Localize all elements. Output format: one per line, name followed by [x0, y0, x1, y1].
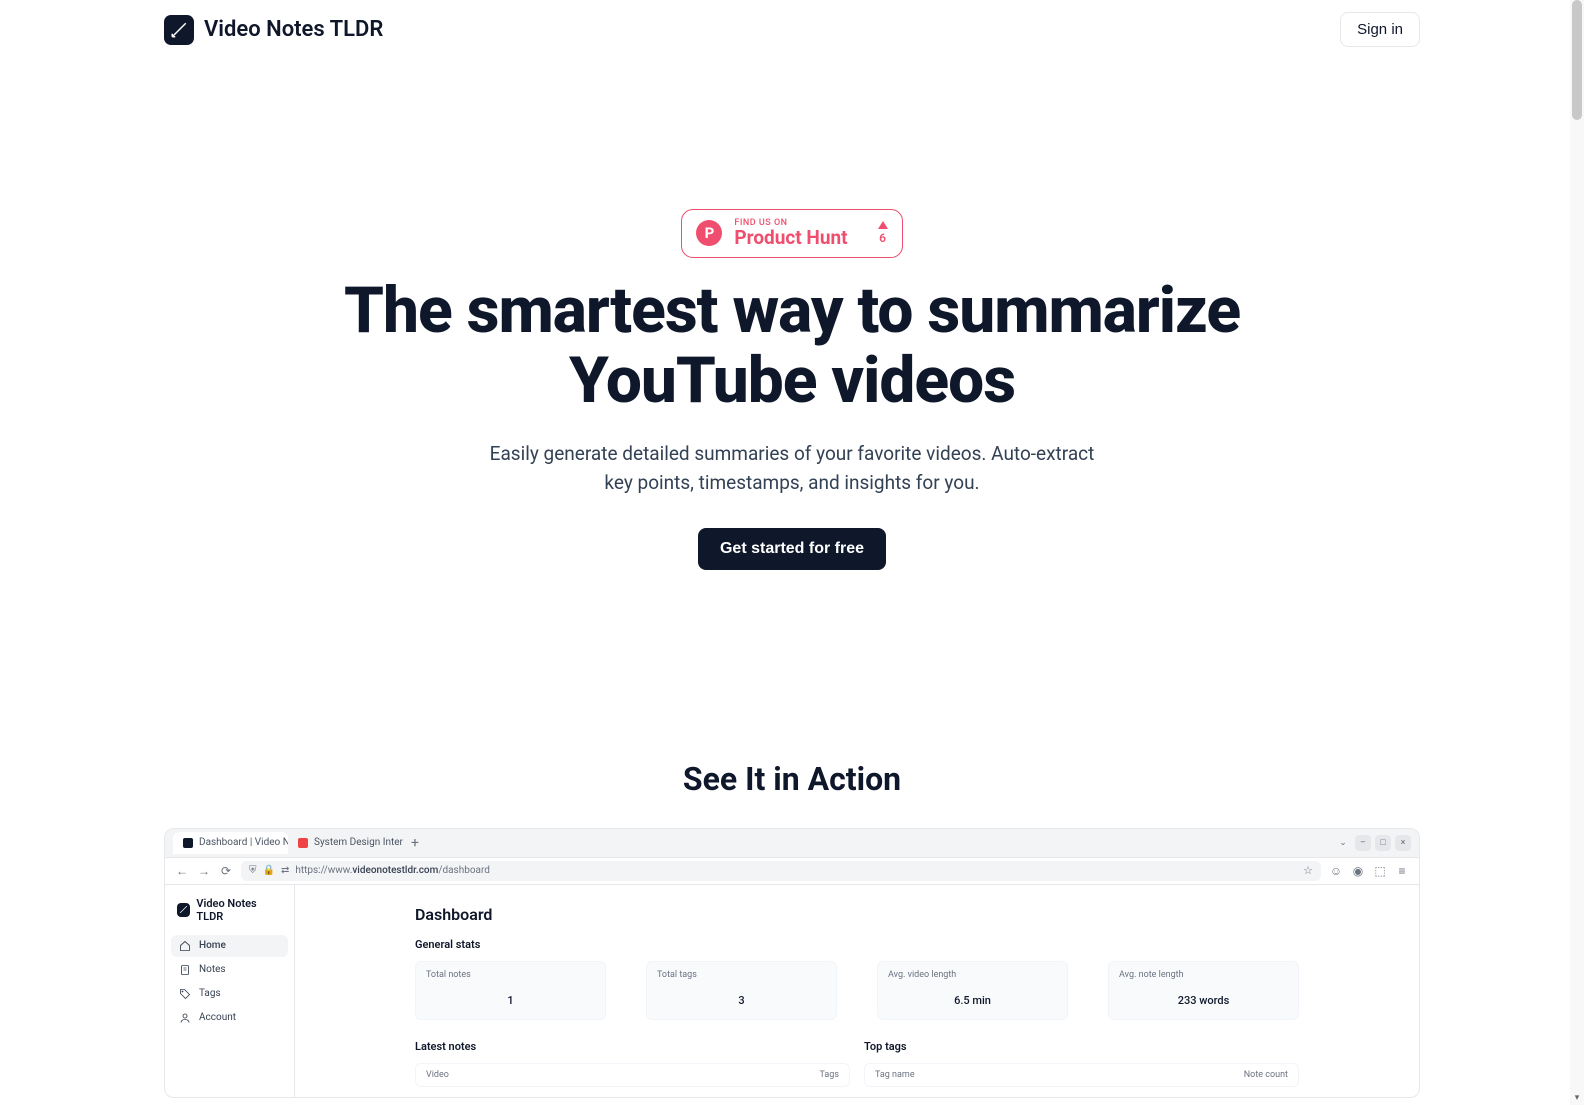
browser-tab-active[interactable]: Dashboard | Video Note × [173, 832, 288, 854]
hero-section: P FIND US ON Product Hunt 6 The smartest… [0, 59, 1584, 610]
back-icon[interactable]: ← [175, 864, 189, 878]
url-text: https://www.videonotestldr.com/dashboard [295, 865, 490, 876]
menu-icon[interactable]: ≡ [1395, 864, 1409, 878]
home-icon [179, 940, 191, 952]
tab-label: System Design Interview [314, 837, 403, 848]
stat-value: 233 words [1119, 994, 1288, 1007]
shield-icon: ⛨ [249, 865, 257, 876]
app-preview: Video Notes TLDR Home Notes Tags Account [165, 885, 1419, 1097]
page-title: Dashboard [415, 905, 1299, 924]
column-header: Video [426, 1070, 449, 1080]
forward-icon[interactable]: → [197, 864, 211, 878]
sidebar-logo-icon [177, 903, 190, 917]
stat-value: 1 [426, 994, 595, 1007]
lock-icon: 🔒 [263, 865, 275, 876]
stat-card: Avg. note length 233 words [1108, 961, 1299, 1020]
new-tab-button[interactable]: + [411, 835, 419, 851]
column-header: Note count [1244, 1070, 1288, 1080]
sidebar: Video Notes TLDR Home Notes Tags Account [165, 885, 295, 1097]
stat-label: Total tags [657, 970, 826, 980]
profile-icon[interactable]: ◉ [1351, 864, 1365, 878]
sidebar-brand[interactable]: Video Notes TLDR [171, 897, 288, 935]
browser-address-bar: ← → ⟳ ⛨ 🔒 ⇄ https://www.videonotestldr.c… [165, 857, 1419, 885]
browser-tab[interactable]: System Design Interview × [288, 832, 403, 854]
browser-tab-strip: Dashboard | Video Note × System Design I… [165, 829, 1419, 857]
scroll-down-icon[interactable]: ▾ [1570, 1091, 1584, 1105]
column-header: Tags [820, 1070, 839, 1080]
product-hunt-big-text: Product Hunt [734, 228, 847, 249]
stat-label: Avg. note length [1119, 970, 1288, 980]
stat-value: 3 [657, 994, 826, 1007]
window-minimize-icon[interactable]: – [1355, 835, 1371, 851]
tabs-dropdown-icon[interactable]: ⌄ [1335, 835, 1351, 851]
tab-label: Dashboard | Video Note [199, 837, 288, 848]
stat-value: 6.5 min [888, 994, 1057, 1007]
logo-icon [164, 15, 194, 45]
column-header: Tag name [875, 1070, 915, 1080]
upvote-triangle-icon [878, 221, 888, 229]
stats-row: Total notes 1 Total tags 3 Avg. video le… [415, 961, 1299, 1020]
sidebar-item-home[interactable]: Home [171, 935, 288, 957]
window-close-icon[interactable]: × [1395, 835, 1411, 851]
product-hunt-vote-count: 6 [879, 231, 886, 245]
browser-mockup: Dashboard | Video Note × System Design I… [164, 828, 1420, 1098]
stat-card: Avg. video length 6.5 min [877, 961, 1068, 1020]
favicon-icon [298, 838, 308, 848]
translate-icon: ⇄ [281, 865, 289, 876]
stat-label: Avg. video length [888, 970, 1057, 980]
sidebar-brand-text: Video Notes TLDR [196, 897, 282, 923]
top-tags-table: Top tags Tag name Note count [864, 1040, 1299, 1087]
sidebar-item-label: Notes [199, 964, 226, 975]
signin-button[interactable]: Sign in [1340, 12, 1420, 47]
table-title: Top tags [864, 1040, 1299, 1053]
sidebar-item-label: Tags [199, 988, 221, 999]
tag-icon [179, 988, 191, 1000]
hero-subtitle: Easily generate detailed summaries of yo… [482, 439, 1102, 498]
stat-card: Total tags 3 [646, 961, 837, 1020]
smiley-icon[interactable]: ☺ [1329, 864, 1343, 878]
latest-notes-table: Latest notes Video Tags [415, 1040, 850, 1087]
window-maximize-icon[interactable]: □ [1375, 835, 1391, 851]
cta-button[interactable]: Get started for free [698, 528, 886, 570]
brand[interactable]: Video Notes TLDR [164, 15, 383, 45]
favicon-icon [183, 838, 193, 848]
stat-card: Total notes 1 [415, 961, 606, 1020]
table-header: Tag name Note count [864, 1063, 1299, 1087]
user-icon [179, 1012, 191, 1024]
scrollbar[interactable]: ▴ ▾ [1570, 0, 1584, 1105]
sidebar-item-label: Home [199, 940, 226, 951]
header: Video Notes TLDR Sign in [0, 0, 1584, 59]
notes-icon [179, 964, 191, 976]
reload-icon[interactable]: ⟳ [219, 864, 233, 878]
dashboard-content: Dashboard General stats Total notes 1 To… [295, 885, 1419, 1097]
product-hunt-votes: 6 [878, 221, 888, 245]
product-hunt-icon: P [696, 220, 722, 246]
stat-label: Total notes [426, 970, 595, 980]
sidebar-item-account[interactable]: Account [171, 1007, 288, 1029]
section-subtitle: General stats [415, 938, 1299, 951]
sidebar-item-label: Account [199, 1012, 236, 1023]
section-title: See It in Action [0, 760, 1584, 798]
tables-row: Latest notes Video Tags Top tags Tag nam… [415, 1040, 1299, 1087]
url-input[interactable]: ⛨ 🔒 ⇄ https://www.videonotestldr.com/das… [241, 861, 1321, 881]
table-header: Video Tags [415, 1063, 850, 1087]
hero-title: The smartest way to summarize YouTube vi… [342, 276, 1242, 417]
product-hunt-badge[interactable]: P FIND US ON Product Hunt 6 [681, 209, 902, 258]
sidebar-item-notes[interactable]: Notes [171, 959, 288, 981]
table-title: Latest notes [415, 1040, 850, 1053]
scroll-thumb[interactable] [1572, 0, 1582, 120]
brand-text: Video Notes TLDR [204, 17, 383, 42]
bookmark-icon[interactable]: ☆ [1303, 864, 1313, 877]
sidebar-item-tags[interactable]: Tags [171, 983, 288, 1005]
extensions-icon[interactable]: ⬚ [1373, 864, 1387, 878]
